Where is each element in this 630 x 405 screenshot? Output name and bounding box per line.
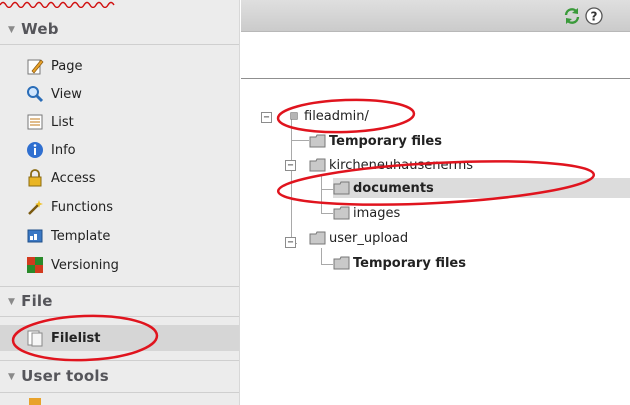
storage-icon [290, 112, 298, 120]
info-icon [27, 142, 43, 158]
module-template[interactable]: Template [26, 224, 110, 248]
tree-node-images[interactable]: images [333, 203, 400, 223]
filelist-icon [27, 330, 43, 347]
tree-node-label: documents [353, 180, 434, 196]
section-header-web[interactable]: ▼ Web [8, 20, 59, 38]
tree-connector [321, 248, 322, 264]
tree-node-documents[interactable]: documents [333, 178, 630, 198]
section-header-user-tools[interactable]: ▼ User tools [8, 367, 109, 385]
module-label: Info [51, 142, 76, 158]
module-versioning[interactable]: Versioning [26, 253, 119, 277]
module-label: View [51, 86, 82, 102]
page-edit-icon [27, 59, 44, 75]
template-icon [27, 229, 43, 243]
folder-icon [333, 181, 350, 195]
divider [0, 316, 239, 317]
collapse-triangle-icon: ▼ [8, 297, 16, 307]
tree-node-label: fileadmin/ [304, 108, 369, 124]
tree-node-label: Temporary files [353, 255, 466, 271]
partial-module-icon [29, 398, 41, 405]
divider [0, 360, 239, 361]
svg-text:?: ? [591, 10, 598, 24]
module-view[interactable]: View [26, 82, 82, 106]
red-underline-squiggle [0, 1, 115, 8]
tree-connector [321, 213, 333, 214]
section-title: Web [21, 20, 59, 38]
wand-icon [28, 200, 43, 215]
versioning-icon [27, 257, 43, 273]
module-info[interactable]: Info [26, 138, 76, 162]
list-icon [27, 114, 43, 130]
module-page[interactable]: Page [26, 54, 82, 78]
docheader-toolbar: ? [241, 0, 630, 32]
module-filelist[interactable]: Filelist [0, 325, 239, 351]
divider [0, 392, 239, 393]
module-label: Page [51, 58, 83, 74]
lock-icon [28, 169, 42, 187]
tree-node-label: kircheneuhausenerms [329, 157, 474, 173]
tree-connector [321, 189, 333, 190]
collapse-triangle-icon: ▼ [8, 25, 16, 35]
tree-node-label: user_upload [329, 230, 409, 246]
tree-connector [321, 175, 322, 213]
divider [0, 44, 239, 45]
refresh-icon[interactable] [563, 7, 581, 25]
tree-connector [291, 140, 309, 141]
folder-icon [309, 158, 326, 172]
module-label: Access [51, 170, 96, 186]
folder-icon [333, 256, 350, 270]
module-label: List [51, 114, 74, 130]
divider [0, 286, 239, 287]
tree-connector [321, 264, 333, 265]
module-list[interactable]: List [26, 110, 74, 134]
tree-root-fileadmin[interactable]: fileadmin/ [290, 106, 369, 126]
folder-icon [333, 206, 350, 220]
collapse-toggle-kircheneuhausenerms[interactable]: − [285, 160, 296, 171]
tree-node-label: Temporary files [329, 133, 442, 149]
folder-tree-panel [241, 32, 630, 405]
help-icon[interactable]: ? [585, 7, 603, 25]
section-title: File [21, 292, 53, 310]
tree-connector [291, 117, 292, 243]
module-label: Template [51, 228, 111, 244]
collapse-toggle-fileadmin[interactable]: − [261, 112, 272, 123]
tree-node-kircheneuhausenerms[interactable]: kircheneuhausenerms [309, 155, 473, 175]
module-access[interactable]: Access [26, 166, 96, 190]
magnifier-icon [27, 86, 44, 103]
docheader-separator [241, 78, 630, 79]
collapse-triangle-icon: ▼ [8, 372, 16, 382]
collapse-toggle-user-upload[interactable]: − [285, 237, 296, 248]
folder-icon [309, 134, 326, 148]
module-functions[interactable]: Functions [26, 195, 113, 219]
module-label: Functions [51, 199, 114, 215]
section-title: User tools [21, 367, 109, 385]
module-label: Filelist [51, 330, 101, 346]
tree-node-user-upload[interactable]: user_upload [309, 228, 408, 248]
tree-node-label: images [353, 205, 401, 221]
tree-node-temporary-files[interactable]: Temporary files [309, 131, 442, 151]
module-label: Versioning [51, 257, 119, 273]
module-menu: ▼ Web Page View List Info Access Functio… [0, 0, 240, 405]
tree-node-temporary-files-upload[interactable]: Temporary files [333, 253, 466, 273]
section-header-file[interactable]: ▼ File [8, 292, 53, 310]
folder-icon [309, 231, 326, 245]
